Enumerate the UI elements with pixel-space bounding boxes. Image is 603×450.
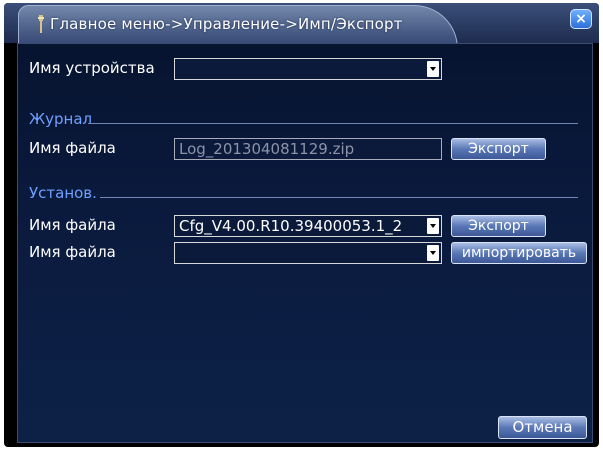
config-export-file-value: Cfg_V4.00.R10.39400053.1_2 [179, 217, 403, 235]
log-export-button[interactable]: Экспорт [451, 138, 546, 160]
chevron-down-icon[interactable] [427, 218, 439, 234]
close-icon: × [575, 11, 587, 27]
config-import-button[interactable]: импортировать [451, 242, 587, 264]
config-export-file-dropdown[interactable]: Cfg_V4.00.R10.39400053.1_2 [174, 215, 442, 237]
config-import-file-label: Имя файла [29, 243, 116, 261]
wrench-icon [38, 15, 44, 33]
chevron-down-icon[interactable] [427, 61, 439, 77]
log-file-field: Log_201304081129.zip [174, 138, 442, 160]
cancel-button[interactable]: Отмена [498, 416, 587, 439]
log-section-divider [88, 123, 578, 124]
config-section-divider [100, 197, 578, 198]
log-file-value: Log_201304081129.zip [179, 140, 355, 158]
device-name-label: Имя устройства [29, 59, 155, 77]
close-button[interactable]: × [570, 9, 592, 29]
window-title: Главное меню->Управление->Имп/Экспорт [50, 15, 403, 33]
chevron-down-icon[interactable] [427, 245, 439, 261]
log-section-title: Журнал [29, 110, 93, 128]
config-import-file-dropdown[interactable] [174, 242, 442, 264]
device-name-dropdown[interactable] [174, 58, 442, 80]
config-export-file-label: Имя файла [29, 216, 116, 234]
config-export-button[interactable]: Экспорт [451, 215, 546, 237]
config-section-title: Установ. [29, 184, 97, 202]
log-file-label: Имя файла [29, 139, 116, 157]
